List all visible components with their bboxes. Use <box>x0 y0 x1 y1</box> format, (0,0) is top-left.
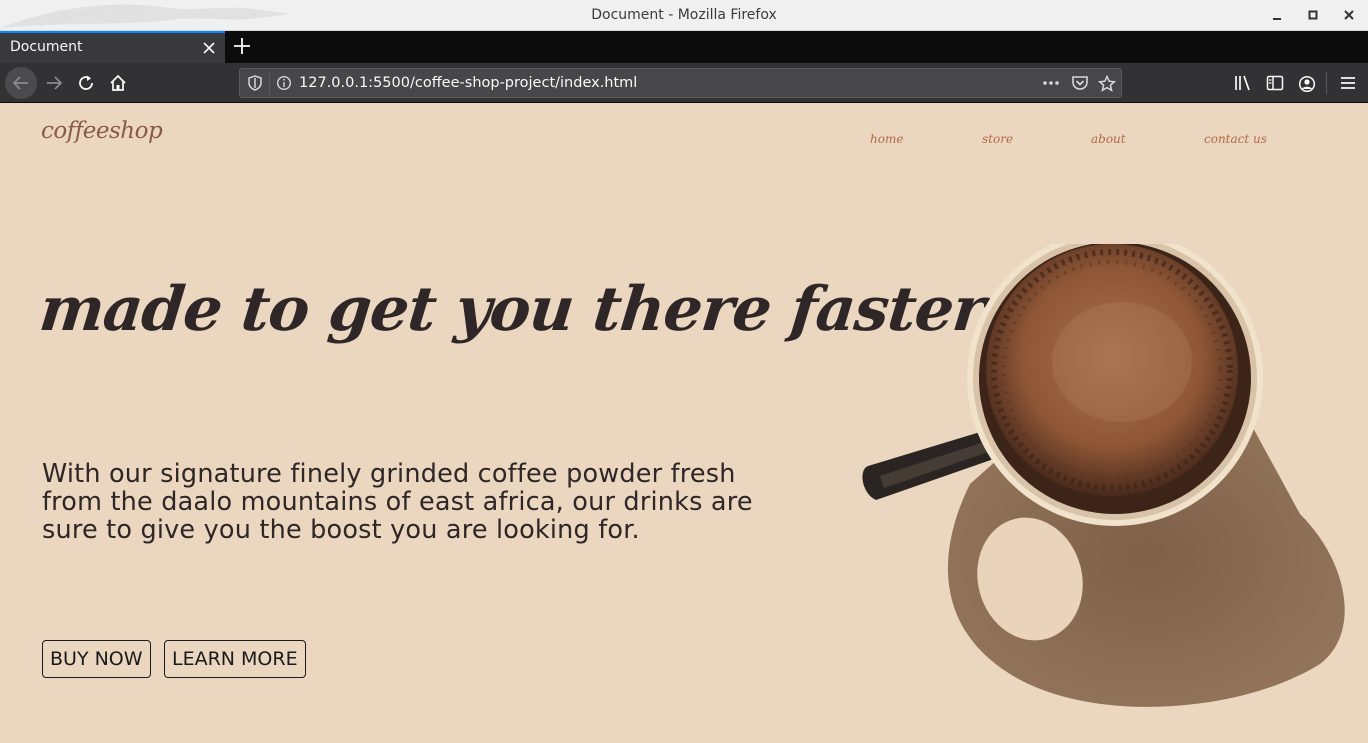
learn-more-button[interactable]: LEARN MORE <box>164 640 306 678</box>
close-window-icon[interactable] <box>1340 6 1358 24</box>
hero-headline: made to get you there faster <box>36 274 988 345</box>
forward-arrow-icon <box>47 76 63 90</box>
account-icon[interactable] <box>1298 75 1316 93</box>
window-titlebar: Document - Mozilla Firefox <box>0 0 1368 31</box>
back-button[interactable] <box>5 67 37 99</box>
coffee-mug-image <box>862 244 1345 707</box>
sidebar-icon[interactable] <box>1266 75 1284 91</box>
tab-document[interactable]: Document <box>0 31 225 63</box>
forward-button[interactable] <box>38 67 70 99</box>
hero-description: With our signature finely grinded coffee… <box>42 459 753 545</box>
tab-label: Document <box>10 39 83 55</box>
url-bar[interactable]: 127.0.0.1:5500/coffee-shop-project/index… <box>239 68 1122 98</box>
library-icon[interactable] <box>1234 75 1252 91</box>
new-tab-icon[interactable] <box>232 34 252 64</box>
nav-link-about[interactable]: about <box>1091 132 1126 146</box>
window-title: Document - Mozilla Firefox <box>591 7 777 23</box>
nav-link-contact-us[interactable]: contact us <box>1204 132 1267 146</box>
pocket-icon[interactable] <box>1071 75 1089 91</box>
site-logo[interactable]: coffeeshop <box>41 118 163 144</box>
back-arrow-icon <box>12 76 28 90</box>
buy-now-button[interactable]: BUY NOW <box>42 640 151 678</box>
reload-icon <box>79 75 93 90</box>
page-actions-icon[interactable] <box>1042 76 1060 90</box>
maximize-icon[interactable] <box>1304 6 1322 24</box>
tracking-shield-icon[interactable] <box>247 75 263 91</box>
minimize-icon[interactable] <box>1268 6 1286 24</box>
navigation-toolbar: 127.0.0.1:5500/coffee-shop-project/index… <box>0 63 1368 103</box>
home-button[interactable] <box>102 67 134 99</box>
bookmark-star-icon[interactable] <box>1098 75 1116 92</box>
tab-bar: Document <box>0 31 1368 63</box>
tab-close-icon[interactable] <box>201 38 217 62</box>
reload-button[interactable] <box>70 67 102 99</box>
nav-link-store[interactable]: store <box>982 132 1013 146</box>
nav-link-home[interactable]: home <box>870 132 903 146</box>
hamburger-menu-icon[interactable] <box>1339 75 1357 91</box>
site-info-icon[interactable] <box>276 75 292 91</box>
web-page: coffeeshop home store about contact us m… <box>0 104 1368 743</box>
home-icon <box>110 74 126 91</box>
url-text[interactable]: 127.0.0.1:5500/coffee-shop-project/index… <box>299 75 637 91</box>
